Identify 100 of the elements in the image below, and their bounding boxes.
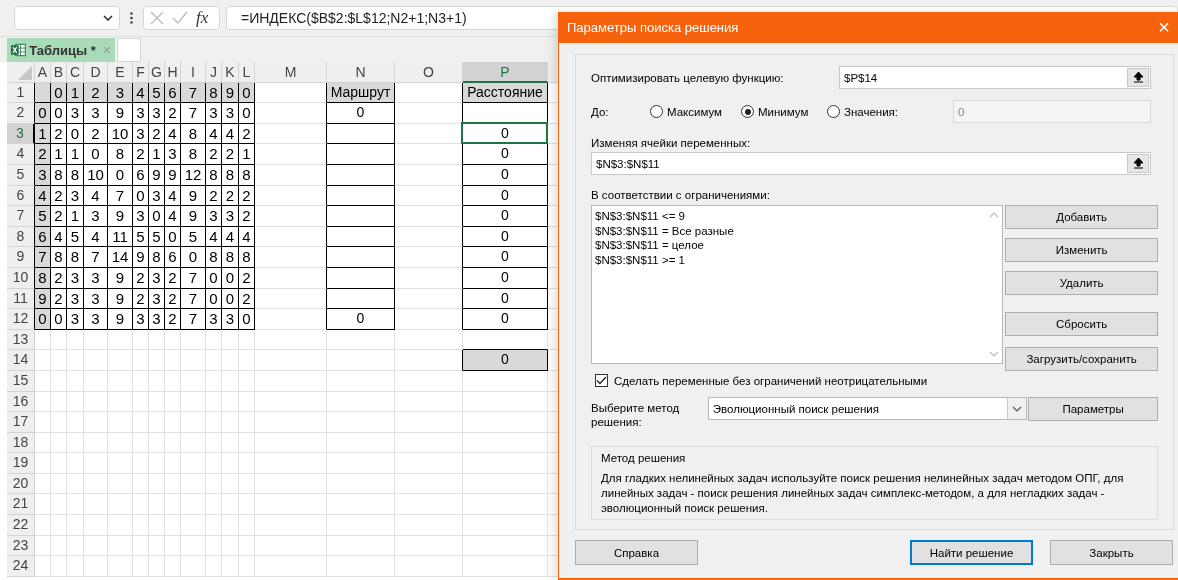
table-cell: 6 (165, 82, 181, 104)
table-cell: 9 (165, 164, 181, 186)
table-cell: 0 (463, 185, 548, 207)
table-cell: 7 (181, 288, 206, 310)
table-cell: 3 (84, 103, 108, 124)
table-cell: 5 (133, 226, 149, 248)
table-cell: 0 (463, 206, 548, 227)
table-cell: 3 (84, 309, 108, 330)
table-cell: 4 (133, 82, 149, 104)
table-cell: 4 (165, 185, 181, 207)
table-cell: 3 (165, 144, 181, 165)
table-cell: 5 (149, 82, 165, 104)
table-cell: 8 (108, 144, 133, 165)
variables-label: Изменяя ячейки переменных: (591, 137, 752, 149)
table-cell: 0 (35, 103, 51, 124)
table-cell: Расстояние (463, 82, 548, 104)
table-cell: 4 (222, 226, 239, 248)
table-cell: 2 (84, 82, 108, 104)
table-cell: 0 (206, 288, 222, 310)
table-cell: 0 (67, 123, 84, 145)
table-cell: 3 (222, 103, 239, 124)
table-cell: 3 (149, 288, 165, 310)
table-cell: 2 (206, 144, 222, 165)
table-cell: 9 (149, 164, 165, 186)
table-cell: 2 (51, 288, 67, 310)
tab-label: Таблицы * (29, 42, 96, 58)
table-cell: 8 (181, 144, 206, 165)
table-cell: 0 (463, 247, 548, 268)
table-cell: 0 (181, 247, 206, 268)
table-cell: 3 (149, 185, 165, 207)
table-cell: 4 (84, 185, 108, 207)
table-cell: 9 (108, 103, 133, 124)
constraints-label: В соответствии с ограничениями: (591, 189, 771, 201)
table-cell: 6 (165, 247, 181, 268)
table-cell: 3 (149, 309, 165, 330)
table-cell: 0 (108, 164, 133, 186)
table-cell: 2 (133, 288, 149, 310)
table-cell: 14 (108, 247, 133, 268)
table-cell: 1 (35, 123, 51, 145)
table-cell: 0 (239, 309, 255, 330)
table-cell: 0 (327, 103, 395, 124)
table-cell: 8 (35, 267, 51, 289)
table-cell: 8 (181, 123, 206, 145)
table-cell: 7 (181, 267, 206, 289)
table-cell: 9 (133, 247, 149, 268)
table-cell: 3 (84, 267, 108, 289)
table-cell: 2 (239, 267, 255, 289)
table-cell: 3 (133, 206, 149, 227)
table-cell: 7 (181, 309, 206, 330)
table-cell: 4 (84, 226, 108, 248)
table-cell: 4 (222, 123, 239, 145)
table-cell: 4 (51, 226, 67, 248)
table-cell: 3 (67, 309, 84, 330)
table-cell: 0 (51, 309, 67, 330)
table-cell: 2 (165, 267, 181, 289)
table-cell: 9 (108, 309, 133, 330)
table-cell: 3 (222, 309, 239, 330)
table-cell: 8 (67, 164, 84, 186)
to-label: До: (591, 105, 610, 118)
table-cell: 2 (35, 144, 51, 165)
table-cell: 6 (133, 164, 149, 186)
table-cell: 3 (67, 288, 84, 310)
method-label: Выберите метод решения: (591, 401, 681, 429)
table-cell: 0 (165, 226, 181, 248)
table-cell: 8 (222, 247, 239, 268)
table-cell: 12 (181, 164, 206, 186)
table-cell: 9 (108, 288, 133, 310)
table-cell: 3 (133, 123, 149, 145)
dialog-title: Параметры поиска решения (567, 20, 739, 35)
table-cell: 4 (239, 226, 255, 248)
table-cell: 0 (51, 103, 67, 124)
table-cell: 3 (149, 103, 165, 124)
table-cell: 8 (51, 164, 67, 186)
table-cell: 2 (206, 185, 222, 207)
table-cell: 7 (108, 185, 133, 207)
table-cell: 2 (239, 288, 255, 310)
table-cell: 0 (463, 123, 548, 145)
table-cell: 1 (51, 144, 67, 165)
table-cell: 0 (463, 226, 548, 248)
checkbox-label: Сделать переменные без ограничений неотрицательными (614, 374, 928, 387)
table-cell: 7 (84, 247, 108, 268)
table-cell: 2 (51, 267, 67, 289)
table-cell: 2 (84, 123, 108, 145)
table-cell: 8 (222, 164, 239, 186)
table-cell: 9 (181, 185, 206, 207)
table-cell: 4 (165, 123, 181, 145)
table-cell: 9 (35, 288, 51, 310)
table-cell: 3 (84, 288, 108, 310)
table-cell: 9 (108, 267, 133, 289)
table-cell: 8 (206, 247, 222, 268)
table-cell: Маршрут (327, 82, 395, 104)
table-cell: 10 (84, 164, 108, 186)
table-cell: 8 (51, 247, 67, 268)
table-cell: 7 (35, 247, 51, 268)
table-cell: 2 (239, 123, 255, 145)
table-cell: 0 (463, 350, 548, 371)
table-cell: 4 (206, 226, 222, 248)
table-cell: 10 (108, 123, 133, 145)
table-cell: 11 (108, 226, 133, 248)
table-cell: 2 (222, 144, 239, 165)
